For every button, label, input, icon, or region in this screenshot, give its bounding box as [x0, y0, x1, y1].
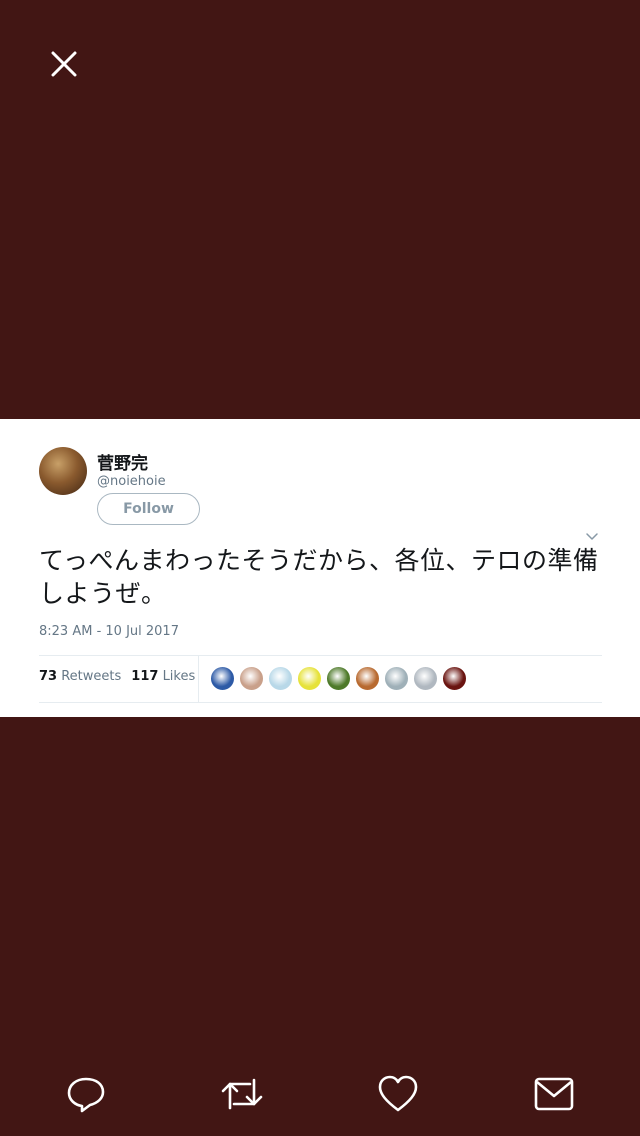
- action-bar: [0, 1060, 640, 1124]
- like-button[interactable]: [376, 1072, 420, 1116]
- divider-bottom: [39, 702, 602, 703]
- tweet-card: 菅野完 @noiehoie Follow てっぺんまわったそうだから、各位、テロ…: [0, 419, 640, 717]
- liker-avatar-2[interactable]: [239, 666, 264, 691]
- engagement-stats: 73 Retweets 117 Likes: [39, 669, 195, 684]
- close-icon: [51, 51, 77, 77]
- likes-label: Likes: [162, 669, 196, 684]
- liker-avatar-9[interactable]: [442, 666, 467, 691]
- retweets-label: Retweets: [61, 669, 122, 684]
- avatar[interactable]: [39, 447, 87, 495]
- like-icon: [378, 1075, 418, 1112]
- screen-name[interactable]: @noiehoie: [97, 474, 166, 489]
- likes-stat[interactable]: 117 Likes: [131, 669, 195, 684]
- timestamp[interactable]: 8:23 AM - 10 Jul 2017: [39, 624, 179, 639]
- display-name[interactable]: 菅野完: [97, 449, 148, 474]
- stats-separator: [198, 656, 199, 702]
- reply-button[interactable]: [64, 1072, 108, 1116]
- tweet-text: てっぺんまわったそうだから、各位、テロの準備しようぜ。: [39, 546, 599, 608]
- retweets-count: 73: [39, 669, 58, 684]
- close-button[interactable]: [40, 40, 88, 88]
- liker-avatar-8[interactable]: [413, 666, 438, 691]
- liker-avatar-4[interactable]: [297, 666, 322, 691]
- liker-avatar-1[interactable]: [210, 666, 235, 691]
- chevron-down-icon[interactable]: [584, 530, 600, 544]
- liker-avatar-5[interactable]: [326, 666, 351, 691]
- follow-button[interactable]: Follow: [97, 493, 200, 525]
- reply-icon: [67, 1077, 105, 1113]
- direct-message-icon: [534, 1077, 574, 1111]
- divider-top: [39, 655, 602, 656]
- retweet-icon: [221, 1078, 263, 1110]
- liker-avatar-3[interactable]: [268, 666, 293, 691]
- retweet-button[interactable]: [220, 1072, 264, 1116]
- direct-message-button[interactable]: [532, 1072, 576, 1116]
- likes-count: 117: [131, 669, 159, 684]
- liker-avatar-7[interactable]: [384, 666, 409, 691]
- liker-avatar-6[interactable]: [355, 666, 380, 691]
- retweets-stat[interactable]: 73 Retweets: [39, 669, 121, 684]
